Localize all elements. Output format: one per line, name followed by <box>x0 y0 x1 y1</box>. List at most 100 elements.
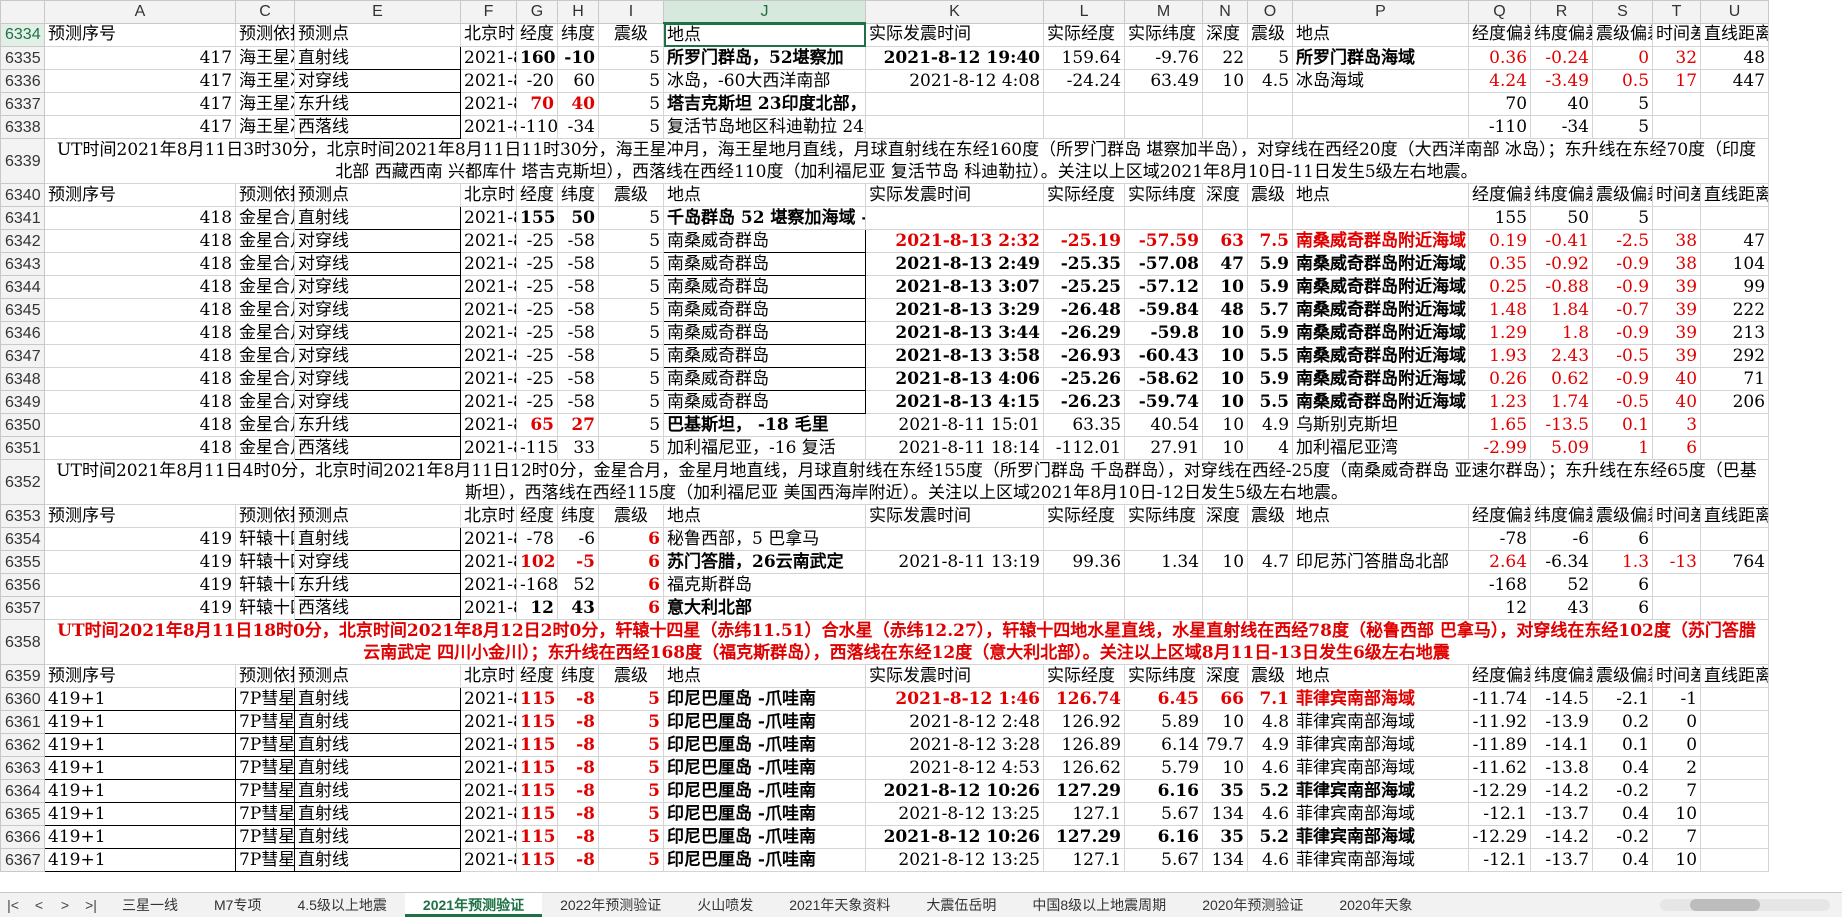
cell-t[interactable]: 40 <box>1652 367 1702 391</box>
cell-n[interactable]: 深度 <box>1202 183 1249 207</box>
cell-g[interactable]: 70 <box>516 92 559 116</box>
cell-r[interactable]: 1.84 <box>1530 298 1594 322</box>
cell-e[interactable]: 东升线 <box>294 92 462 116</box>
row-header[interactable]: 6357 <box>0 596 45 620</box>
cell-f[interactable]: 北京时间 <box>460 664 518 688</box>
cell-h[interactable]: -58 <box>557 344 600 368</box>
cell-o[interactable]: 5.9 <box>1247 367 1294 391</box>
cell-s[interactable]: -0.2 <box>1592 779 1654 803</box>
cell-a[interactable]: 419+1 <box>43 779 237 803</box>
cell-u[interactable] <box>1700 206 1770 230</box>
cell-k[interactable]: 2021-8-12 3:28 <box>865 733 1045 757</box>
cell-e[interactable]: 预测点 <box>294 22 462 47</box>
cell-t[interactable]: 10 <box>1652 848 1702 872</box>
cell-g[interactable]: 115 <box>516 825 559 849</box>
cell-l[interactable]: -26.93 <box>1043 344 1126 368</box>
cell-j[interactable]: 印尼巴厘岛 -爪哇南 <box>663 848 867 872</box>
cell-u[interactable] <box>1700 527 1770 551</box>
cell-k[interactable]: 实际发震时间 <box>865 664 1045 688</box>
cell-r[interactable]: -14.2 <box>1530 779 1594 803</box>
cell-c[interactable]: 预测依据 <box>235 664 296 688</box>
cell-r[interactable]: -13.9 <box>1530 710 1594 734</box>
cell-f[interactable]: 2021-8-11 12:00 <box>460 275 518 299</box>
cell-q[interactable]: -11.89 <box>1468 733 1532 757</box>
cell-e[interactable]: 对穿线 <box>294 298 462 322</box>
cell-t[interactable]: 时间差 <box>1652 504 1702 528</box>
cell-r[interactable]: 纬度偏差 <box>1530 664 1594 688</box>
cell-j[interactable]: 地点 <box>663 504 867 528</box>
cell-c[interactable]: 7P彗星冲月 <box>235 848 296 872</box>
cell-j[interactable]: 千岛群岛 52 堪察加海域 -7所罗门群岛 <box>663 206 867 230</box>
cell-r[interactable]: -6 <box>1530 527 1594 551</box>
cell-f[interactable]: 北京时间 <box>460 183 518 207</box>
cell-l[interactable]: 126.92 <box>1043 710 1126 734</box>
cell-e[interactable]: 对穿线 <box>294 550 462 574</box>
row-header[interactable]: 6347 <box>0 344 45 368</box>
cell-j[interactable]: 意大利北部 <box>663 596 867 620</box>
cell-l[interactable]: -26.48 <box>1043 298 1126 322</box>
cell-r[interactable]: -0.92 <box>1530 252 1594 276</box>
cell-k[interactable]: 2021-8-13 3:44 <box>865 321 1045 345</box>
cell-s[interactable]: 0.1 <box>1592 733 1654 757</box>
cell-j[interactable]: 印尼巴厘岛 -爪哇南 <box>663 733 867 757</box>
cell-j[interactable]: 秘鲁西部，5 巴拿马 <box>663 527 867 551</box>
cell-t[interactable]: 38 <box>1652 252 1702 276</box>
cell-l[interactable]: -26.23 <box>1043 390 1126 414</box>
cell-o[interactable]: 7.1 <box>1247 687 1294 711</box>
cell-u[interactable] <box>1700 779 1770 803</box>
cell-a[interactable]: 预测序号 <box>43 183 237 207</box>
cell-k[interactable]: 2021-8-13 3:07 <box>865 275 1045 299</box>
cell-s[interactable]: -0.2 <box>1592 825 1654 849</box>
cell-o[interactable]: 5.7 <box>1247 298 1294 322</box>
cell-h[interactable]: -6 <box>557 527 600 551</box>
cell-t[interactable] <box>1652 527 1702 551</box>
cell-m[interactable]: 6.45 <box>1124 687 1204 711</box>
cell-g[interactable]: -168 <box>516 573 559 597</box>
cell-f[interactable]: 2021-8-12 3:00 <box>460 779 518 803</box>
cell-u[interactable] <box>1700 756 1770 780</box>
cell-g[interactable]: 155 <box>516 206 559 230</box>
cell-p[interactable]: 南桑威奇群岛附近海域 <box>1292 252 1470 276</box>
cell-e[interactable]: 预测点 <box>294 504 462 528</box>
cell-t[interactable]: 时间差 <box>1652 183 1702 207</box>
cell-a[interactable]: 预测序号 <box>43 504 237 528</box>
row-header[interactable]: 6335 <box>0 46 45 70</box>
cell-p[interactable]: 菲律宾南部海域 <box>1292 710 1470 734</box>
cell-o[interactable]: 7.5 <box>1247 229 1294 253</box>
cell-k[interactable]: 2021-8-12 13:25 <box>865 802 1045 826</box>
cell-h[interactable]: 纬度 <box>557 22 600 47</box>
cell-c[interactable]: 金星合月 <box>235 229 296 253</box>
cell-k[interactable]: 2021-8-13 4:15 <box>865 390 1045 414</box>
cell-q[interactable]: -11.92 <box>1468 710 1532 734</box>
cell-e[interactable]: 直射线 <box>294 779 462 803</box>
cell-o[interactable]: 4 <box>1247 436 1294 460</box>
cell-h[interactable]: 27 <box>557 413 600 437</box>
cell-p[interactable]: 菲律宾南部海域 <box>1292 733 1470 757</box>
cell-a[interactable]: 419+1 <box>43 848 237 872</box>
cell-s[interactable]: 0.4 <box>1592 848 1654 872</box>
cell-c[interactable]: 7P彗星冲月 <box>235 710 296 734</box>
cell-r[interactable]: 43 <box>1530 596 1594 620</box>
cell-c[interactable]: 金星合月 <box>235 275 296 299</box>
cell-s[interactable]: 0 <box>1592 46 1654 70</box>
cell-t[interactable]: 0 <box>1652 733 1702 757</box>
cell-s[interactable]: 震级偏差 <box>1592 504 1654 528</box>
cell-r[interactable]: 5.09 <box>1530 436 1594 460</box>
cell-g[interactable]: -25 <box>516 390 559 414</box>
sheet-tab[interactable]: 2021年天象资料 <box>771 893 908 917</box>
cell-q[interactable]: 2.64 <box>1468 550 1532 574</box>
prev-sheet-button[interactable]: < <box>26 897 52 913</box>
cell-n[interactable] <box>1202 527 1249 551</box>
cell-m[interactable]: -60.43 <box>1124 344 1204 368</box>
cell-a[interactable]: 419 <box>43 573 237 597</box>
row-header[interactable]: 6338 <box>0 115 45 139</box>
row-header[interactable]: 6354 <box>0 527 45 551</box>
cell-o[interactable]: 震级 <box>1247 22 1294 47</box>
cell-h[interactable]: -10 <box>557 46 600 70</box>
cell-t[interactable]: 7 <box>1652 825 1702 849</box>
cell-n[interactable]: 10 <box>1202 550 1249 574</box>
cell-o[interactable]: 5.2 <box>1247 825 1294 849</box>
cell-q[interactable]: 155 <box>1468 206 1532 230</box>
column-header-t[interactable]: T <box>1652 0 1702 24</box>
cell-r[interactable]: -6.34 <box>1530 550 1594 574</box>
